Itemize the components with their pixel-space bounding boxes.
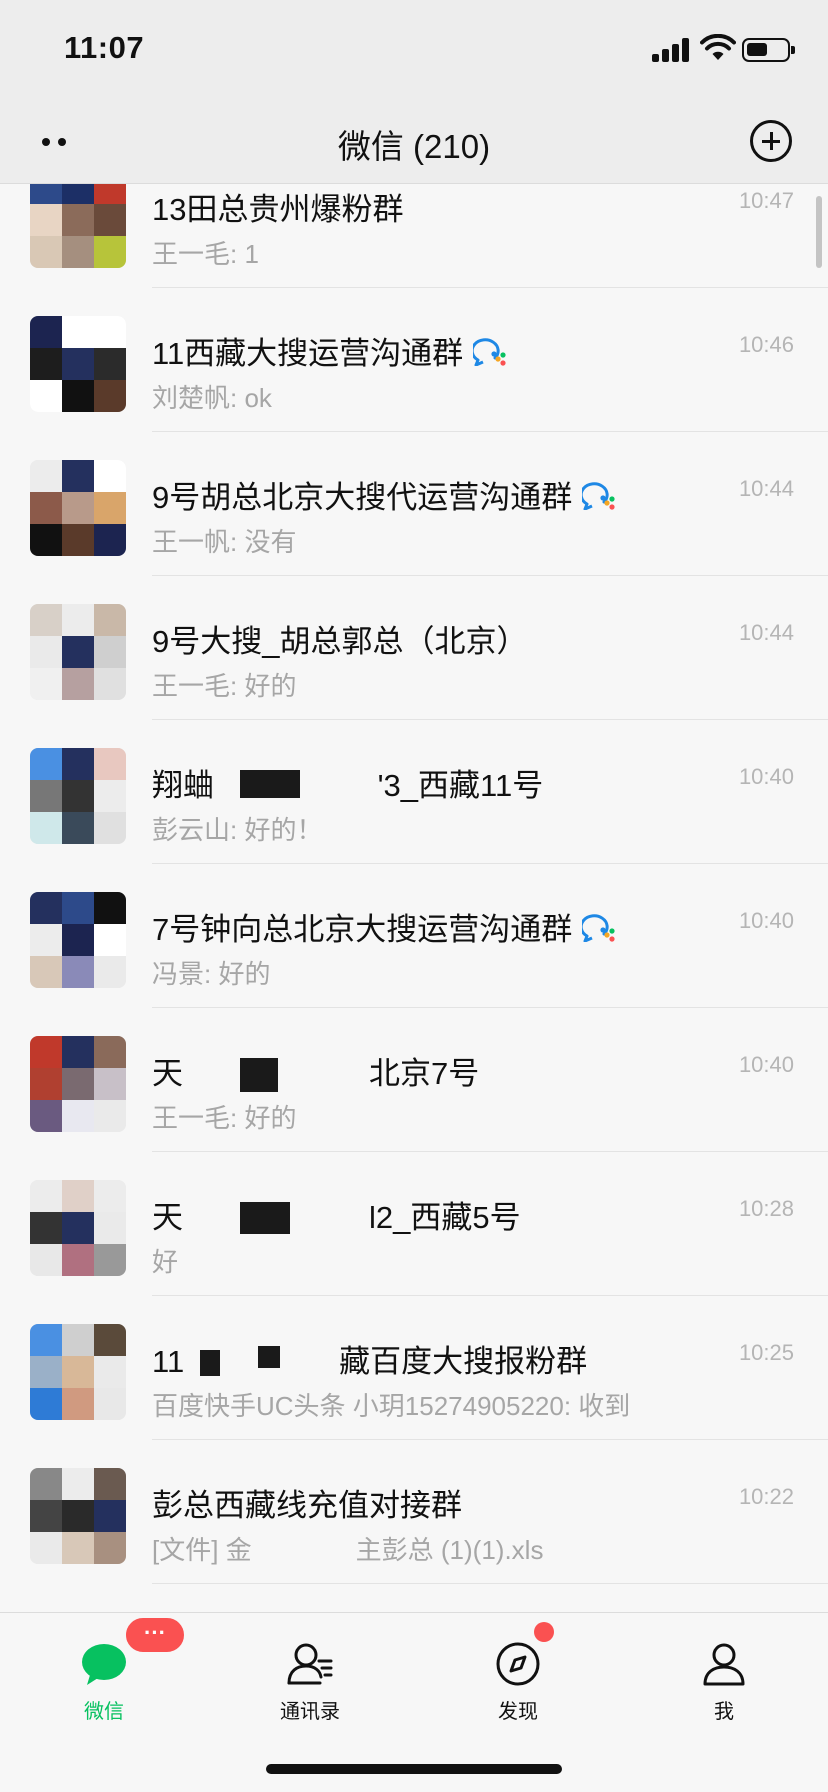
chat-name-text: 11西藏大搜运营沟通群 — [152, 336, 464, 371]
tab-label-discover: 发现 — [498, 1701, 538, 1723]
chat-time: 10:40 — [738, 908, 794, 933]
battery-icon — [742, 38, 795, 62]
wecom-icon — [473, 337, 506, 366]
redaction-mark — [258, 1346, 280, 1368]
chat-name: 13田总贵州爆粉群 — [152, 184, 403, 229]
chat-preview: [文件] 金 主彭总 (1)(1).xls — [152, 1535, 544, 1565]
chat-time: 10:25 — [738, 1340, 794, 1365]
chat-name-text: 彭总西藏线充值对接群 — [152, 1488, 462, 1523]
redaction-mark — [240, 1202, 290, 1234]
tab-contacts[interactable]: 通讯录 — [240, 1623, 380, 1723]
compass-icon — [496, 1642, 540, 1686]
chat-name: 7号钟向总北京大搜运营沟通群 — [152, 904, 616, 949]
chat-list-item[interactable]: 天 l2_西藏5号好 10:28 — [0, 1152, 828, 1296]
page-title: 微信 (210) — [337, 128, 491, 165]
chat-list-item[interactable]: 11 藏百度大搜报粉群 百度快手UC头条 小玥15274905220: 收到 10:… — [0, 1296, 828, 1440]
chat-name: 天 北京7号 — [152, 1048, 479, 1093]
chat-preview: 王一毛: 好的 — [152, 1103, 297, 1133]
chat-name-text: 天 l2_西藏5号 — [152, 1200, 521, 1235]
chat-list-item[interactable]: 翔蛐 '3_西藏11号彭云山: 好的！ 10:40 — [0, 720, 828, 864]
chat-name-text: 9号胡总北京大搜代运营沟通群 — [152, 480, 573, 515]
chat-time: 10:28 — [738, 1196, 794, 1221]
chat-name: 9号胡总北京大搜代运营沟通群 — [152, 472, 616, 517]
redaction-mark — [200, 1350, 220, 1376]
tab-me[interactable]: 我 — [654, 1623, 794, 1723]
status-bar: 11:07 — [0, 0, 828, 100]
tab-label-me: 我 — [714, 1701, 734, 1723]
redaction-mark — [240, 1058, 278, 1092]
add-button[interactable] — [750, 120, 792, 162]
chat-name: 11西藏大搜运营沟通群 — [152, 328, 507, 373]
chat-list-item[interactable]: 13田总贵州爆粉群王一毛: 1 10:47 — [0, 184, 828, 288]
chat-name: 9号大搜_胡总郭总（北京） — [152, 616, 527, 661]
redaction-mark — [240, 770, 300, 798]
chat-name: 翔蛐 '3_西藏11号 — [152, 760, 543, 805]
group-avatar — [30, 184, 126, 268]
group-avatar — [30, 1468, 126, 1564]
person-icon — [703, 1643, 745, 1686]
chat-preview: 彭云山: 好的！ — [152, 815, 323, 845]
chat-list-item[interactable]: 9号胡总北京大搜代运营沟通群王一帆: 没有 10:44 — [0, 432, 828, 576]
group-avatar — [30, 316, 126, 412]
chat-list-item[interactable]: 天 北京7号王一毛: 好的 10:40 — [0, 1008, 828, 1152]
unread-badge: ··· — [124, 1616, 186, 1654]
chat-preview: 王一毛: 好的 — [152, 671, 297, 701]
chat-name-text: 7号钟向总北京大搜运营沟通群 — [152, 912, 573, 947]
chat-name-text: 天 北京7号 — [152, 1056, 480, 1091]
wecom-icon — [582, 913, 615, 942]
chat-time: 10:47 — [738, 188, 794, 213]
signal-icon — [652, 38, 692, 62]
contacts-icon — [287, 1643, 333, 1685]
chat-preview: 刘楚帆: ok — [152, 383, 272, 413]
chat-name: 彭总西藏线充值对接群 — [152, 1480, 462, 1525]
chat-name-text: 13田总贵州爆粉群 — [152, 192, 404, 227]
chat-preview: 王一毛: 1 — [152, 239, 259, 269]
chat-preview: 王一帆: 没有 — [152, 527, 297, 557]
chat-preview: 百度快手UC头条 小玥15274905220: 收到 — [152, 1391, 631, 1421]
chat-bubble-icon — [82, 1644, 126, 1685]
chat-name-text: 翔蛐 '3_西藏11号 — [152, 768, 544, 803]
chat-list[interactable]: 13田总贵州爆粉群王一毛: 1 10:47 11西藏大搜运营沟通群刘楚帆: ok 10… — [0, 184, 828, 1612]
chat-list-item[interactable]: 11西藏大搜运营沟通群刘楚帆: ok 10:46 — [0, 288, 828, 432]
status-time: 11:07 — [64, 30, 145, 65]
chat-preview: 冯景: 好的 — [152, 959, 271, 989]
chat-name: 天 l2_西藏5号 — [152, 1192, 521, 1237]
chat-time: 10:22 — [738, 1484, 794, 1509]
chat-time: 10:40 — [738, 1052, 794, 1077]
chat-list-item[interactable]: 7号钟向总北京大搜运营沟通群冯景: 好的 10:40 — [0, 864, 828, 1008]
nav-bar: 微信 (210) — [0, 100, 828, 184]
group-avatar — [30, 748, 126, 844]
wecom-icon — [582, 481, 615, 510]
chat-name-text: 9号大搜_胡总郭总（北京） — [152, 624, 528, 659]
scrollbar[interactable] — [816, 196, 822, 268]
tab-label-contacts: 通讯录 — [280, 1701, 340, 1723]
wifi-icon — [700, 34, 736, 60]
group-avatar — [30, 1180, 126, 1276]
group-avatar — [30, 1036, 126, 1132]
tab-discover[interactable]: 发现 — [448, 1623, 588, 1723]
chat-time: 10:44 — [738, 476, 794, 501]
tab-label-chats: 微信 — [84, 1701, 124, 1723]
group-avatar — [30, 604, 126, 700]
group-avatar — [30, 892, 126, 988]
chat-time: 10:40 — [738, 764, 794, 789]
group-avatar — [30, 460, 126, 556]
home-indicator[interactable] — [266, 1764, 562, 1774]
discover-red-dot — [534, 1622, 554, 1642]
chat-time: 10:44 — [738, 620, 794, 645]
chat-preview: 好 — [152, 1247, 179, 1277]
chat-list-item[interactable]: 9号大搜_胡总郭总（北京） 王一毛: 好的 10:44 — [0, 576, 828, 720]
chat-time: 10:46 — [738, 332, 794, 357]
group-avatar — [30, 1324, 126, 1420]
chat-list-item[interactable]: 彭总西藏线充值对接群 [文件] 金 主彭总 (1)(1).xls 10:22 — [0, 1440, 828, 1584]
